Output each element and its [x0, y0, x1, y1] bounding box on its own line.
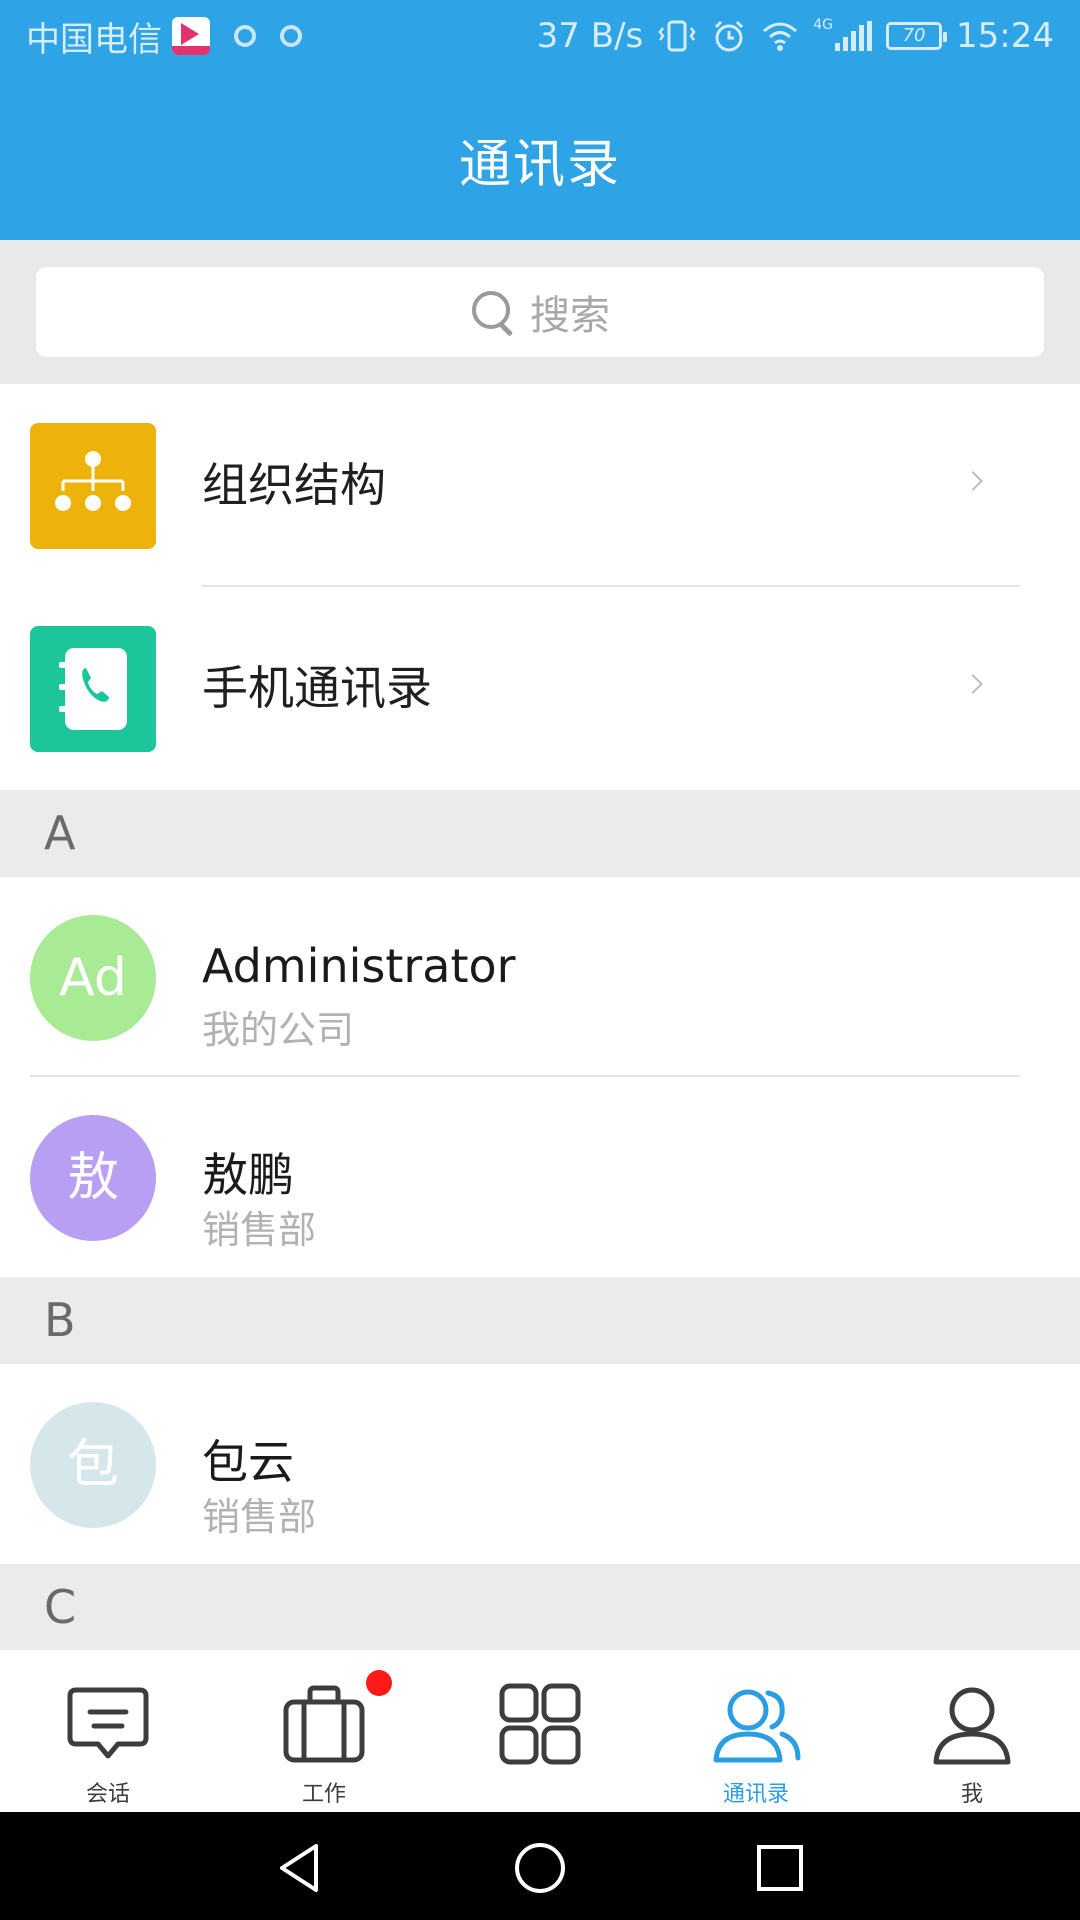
battery-icon: 70 [886, 22, 948, 50]
clock: 15:24 [956, 16, 1054, 56]
video-app-icon [172, 17, 210, 55]
section-header-b: B [0, 1277, 1080, 1364]
contact-name: 敖鹏 [202, 1148, 294, 1202]
briefcase-icon [283, 1685, 365, 1763]
tab-apps[interactable] [432, 1650, 648, 1812]
tab-contacts[interactable]: 通讯录 [648, 1650, 864, 1812]
contact-row[interactable]: Ad Administrator 我的公司 [0, 877, 1080, 1077]
apps-grid-icon [499, 1683, 581, 1765]
contacts-icon [713, 1689, 801, 1763]
tab-label: 通讯录 [722, 1782, 789, 1807]
wifi-icon [763, 22, 798, 51]
search-input[interactable]: 搜索 [36, 267, 1044, 357]
org-structure-label: 组织结构 [202, 458, 386, 512]
contact-department: 我的公司 [202, 1008, 355, 1052]
tab-work[interactable]: 工作 [216, 1650, 432, 1812]
avatar: 包 [30, 1402, 156, 1528]
org-structure-row[interactable]: 组织结构 [0, 384, 1080, 587]
search-icon [470, 289, 516, 335]
section-header-a: A [0, 790, 1080, 877]
chevron-right-icon [963, 674, 983, 694]
status-bar: 中国电信 37 B/s 4G 70 15:24 [0, 0, 1080, 72]
section-header-c: C [0, 1564, 1080, 1651]
profile-icon [933, 1687, 1011, 1765]
contact-name: Administrator [202, 939, 516, 993]
avatar: Ad [30, 915, 156, 1041]
home-icon[interactable] [512, 1840, 568, 1896]
page-title: 通讯录 [458, 135, 621, 195]
phone-contacts-row[interactable]: 手机通讯录 [0, 587, 1080, 790]
battery-level: 70 [902, 25, 926, 46]
contact-row[interactable]: 敖 敖鹏 销售部 [0, 1077, 1080, 1277]
notification-dot-icon [234, 25, 256, 47]
tab-label: 工作 [301, 1782, 346, 1807]
network-type: 4G [813, 17, 834, 33]
contact-department: 销售部 [202, 1495, 317, 1539]
contact-department: 销售部 [202, 1208, 317, 1252]
search-area: 搜索 [0, 240, 1080, 384]
tab-me[interactable]: 我 [864, 1650, 1080, 1812]
app-header: 中国电信 37 B/s 4G 70 15:24 通讯录 [0, 0, 1080, 240]
back-icon[interactable] [272, 1840, 328, 1896]
vibrate-icon [658, 20, 696, 52]
signal-icon [835, 21, 873, 51]
search-placeholder: 搜索 [530, 293, 610, 339]
chevron-right-icon [963, 471, 983, 491]
net-speed: 37 B/s [536, 16, 644, 56]
avatar: 敖 [30, 1115, 156, 1241]
tab-chat[interactable]: 会话 [0, 1650, 216, 1812]
recents-icon[interactable] [752, 1840, 808, 1896]
org-chart-icon [30, 423, 156, 549]
phone-contacts-label: 手机通讯录 [202, 661, 432, 715]
contact-row[interactable]: 包 包云 销售部 [0, 1364, 1080, 1564]
system-navigation-bar [0, 1812, 1080, 1920]
carrier-name: 中国电信 [26, 19, 162, 60]
bottom-tab-bar: 会话 工作 通讯录 我 [0, 1650, 1080, 1812]
tab-label: 我 [960, 1782, 983, 1807]
phone-book-icon [30, 626, 156, 752]
chat-icon [67, 1687, 149, 1759]
contact-name: 包云 [202, 1435, 294, 1489]
alarm-icon [715, 20, 744, 52]
tab-label: 会话 [85, 1782, 130, 1807]
notification-badge [366, 1670, 392, 1696]
notification-dot-icon [280, 25, 302, 47]
